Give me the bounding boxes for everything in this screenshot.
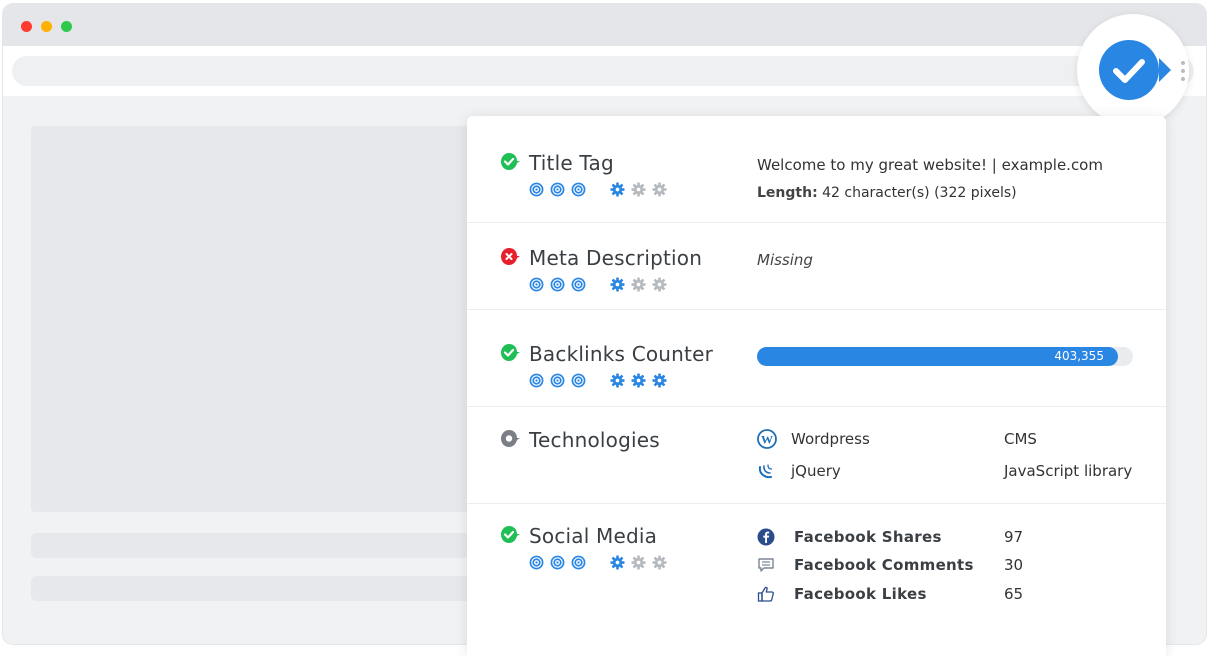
svg-text:W: W [761,433,773,447]
technology-type: CMS [1004,430,1037,448]
page-placeholder-block [31,126,477,512]
technology-item: W Wordpress [757,427,870,451]
importance-target-icon [571,277,586,292]
technology-name: jQuery [791,462,841,480]
row-title: Technologies [529,428,660,452]
importance-target-icon [529,555,544,570]
difficulty-gear-icon [652,182,667,197]
row-title: Social Media [529,524,657,548]
difficulty-gear-icon [610,182,625,197]
social-item-label: Facebook Likes [794,585,927,603]
meta-description-value: Missing [757,251,813,269]
page-placeholder-line [31,576,477,601]
importance-target-icon [529,373,544,388]
difficulty-gear-icon [652,555,667,570]
difficulty-gear-icon [652,373,667,388]
seo-results-panel: Title Tag Welcome to my great website! |… [467,116,1166,656]
social-item-value: 65 [1004,585,1023,603]
social-item: Facebook Comments [757,554,974,576]
pass-check-icon [500,525,520,545]
social-item: Facebook Shares [757,526,942,548]
thumbs-up-icon [757,585,775,603]
result-row-technologies: Technologies W Wordpress CMS jQuery Java… [467,407,1166,504]
title-tag-value: Welcome to my great website! | example.c… [757,156,1103,174]
backlinks-progress-bar: 403,355 [757,347,1133,366]
row-title: Backlinks Counter [529,342,713,366]
difficulty-gear-icon [631,182,646,197]
comments-icon [757,556,775,574]
title-bar [3,4,1206,46]
maximize-window-button[interactable] [61,21,72,32]
importance-target-icon [550,277,565,292]
browser-toolbar [3,46,1206,96]
extension-button[interactable] [1077,14,1189,126]
backlinks-count: 403,355 [1054,349,1104,363]
importance-target-icon [550,182,565,197]
importance-target-icon [550,555,565,570]
social-item: Facebook Likes [757,583,927,605]
technology-name: Wordpress [791,430,870,448]
check-drop-icon [1099,40,1171,100]
fail-cross-icon [500,247,520,267]
result-row-title-tag: Title Tag Welcome to my great website! |… [467,116,1166,223]
difficulty-gear-icon [631,277,646,292]
difficulty-gear-icon [610,555,625,570]
backlinks-progress-fill: 403,355 [757,347,1118,366]
row-title: Title Tag [529,151,614,175]
importance-target-icon [571,555,586,570]
social-item-value: 97 [1004,528,1023,546]
difficulty-gear-icon [652,277,667,292]
importance-target-icon [529,182,544,197]
row-title: Meta Description [529,246,702,270]
social-item-label: Facebook Shares [794,528,942,546]
length-value: 42 character(s) (322 pixels) [822,185,1017,201]
info-eye-icon [500,429,520,449]
pass-check-icon [500,343,520,363]
rating-indicators [529,554,673,570]
jquery-icon [757,461,777,481]
rating-indicators [529,181,673,197]
wordpress-icon: W [757,429,777,449]
social-item-label: Facebook Comments [794,556,974,574]
result-row-meta-description: Meta Description Missing [467,223,1166,310]
rating-indicators [529,372,673,388]
facebook-icon [757,528,775,546]
pass-check-icon [500,152,520,172]
difficulty-gear-icon [610,373,625,388]
title-tag-length: Length: 42 character(s) (322 pixels) [757,185,1017,201]
minimize-window-button[interactable] [41,21,52,32]
difficulty-gear-icon [631,555,646,570]
difficulty-gear-icon [631,373,646,388]
importance-target-icon [529,277,544,292]
page-placeholder-line [31,533,477,558]
rating-indicators [529,276,673,292]
result-row-social-media: Social Media Facebook Shares 97 Fac [467,504,1166,634]
difficulty-gear-icon [610,277,625,292]
more-options-icon[interactable] [1181,61,1185,85]
close-window-button[interactable] [21,21,32,32]
importance-target-icon [571,373,586,388]
length-label: Length: [757,185,818,201]
social-item-value: 30 [1004,556,1023,574]
importance-target-icon [571,182,586,197]
technology-type: JavaScript library [1004,462,1132,480]
result-row-backlinks: Backlinks Counter 403,355 [467,310,1166,407]
technology-item: jQuery [757,459,841,483]
address-bar[interactable] [12,56,1194,86]
importance-target-icon [550,373,565,388]
